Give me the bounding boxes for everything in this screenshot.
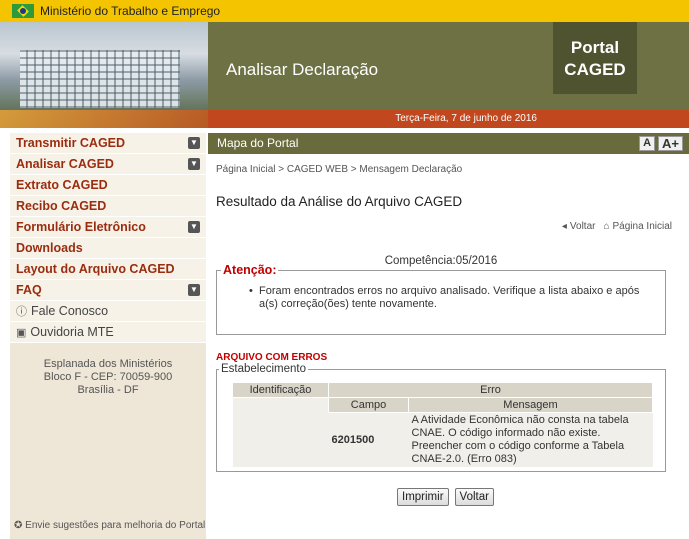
back-button[interactable]: Voltar xyxy=(454,488,494,506)
portal-map-link[interactable]: Mapa do Portal xyxy=(217,136,298,150)
file-status-label: ARQUIVO COM ERROS xyxy=(216,352,328,363)
breadcrumb[interactable]: Página Inicial > CAGED WEB > Mensagem De… xyxy=(216,164,462,175)
sidebar-item-label: FAQ xyxy=(16,283,42,297)
identificacao-cell xyxy=(232,397,329,467)
suggestion-label: Envie sugestões para melhoria do Portal xyxy=(25,520,206,531)
sidebar-item-label: Layout do Arquivo CAGED xyxy=(16,262,175,276)
portal-line2: CAGED xyxy=(564,60,626,79)
error-table: Identificação Erro Campo Mensagem 620150… xyxy=(232,382,653,467)
font-decrease-button[interactable]: A xyxy=(639,136,656,151)
help-icon: ⓘ xyxy=(16,306,27,318)
sidebar-item-extrato[interactable]: Extrato CAGED xyxy=(10,175,206,196)
sidebar-item-downloads[interactable]: Downloads xyxy=(10,238,206,259)
sidebar-item-label: Downloads xyxy=(16,241,83,255)
header-banner: Analisar Declaração Portal CAGED Terça-F… xyxy=(0,22,689,128)
ministry-title[interactable]: Ministério do Trabalho e Emprego xyxy=(40,4,220,18)
sidebar-item-fale-conosco[interactable]: ⓘ Fale Conosco xyxy=(10,301,206,322)
col-identificacao-header: Identificação xyxy=(232,382,329,398)
address-line: Esplanada dos Ministérios xyxy=(43,358,173,370)
print-button[interactable]: Imprimir xyxy=(397,488,449,506)
estabelecimento-legend: Estabelecimento xyxy=(219,363,309,375)
sidebar-item-recibo[interactable]: Recibo CAGED xyxy=(10,196,206,217)
expand-icon[interactable]: ▼ xyxy=(188,284,200,296)
back-link[interactable]: ◂ Voltar xyxy=(562,221,596,232)
expand-icon[interactable]: ▼ xyxy=(188,137,200,149)
page-nav-links: ◂ Voltar ⌂ Página Inicial xyxy=(562,221,672,232)
building-windows xyxy=(20,50,180,108)
sidebar-item-label: Analisar CAGED xyxy=(16,157,114,171)
sidebar-item-ouvidoria[interactable]: ▣ Ouvidoria MTE xyxy=(10,322,206,343)
date-strip: Terça-Feira, 7 de junho de 2016 xyxy=(208,110,689,128)
address-block: Esplanada dos Ministérios Bloco F - CEP:… xyxy=(10,358,206,397)
font-increase-button[interactable]: A+ xyxy=(658,136,683,151)
sidebar-item-label: Fale Conosco xyxy=(31,304,109,318)
expand-icon[interactable]: ▼ xyxy=(188,221,200,233)
suggestion-link[interactable]: ✪ Envie sugestões para melhoria do Porta… xyxy=(14,520,205,531)
competencia-label: Competência:05/2016 xyxy=(384,255,498,267)
banner-stripe xyxy=(0,110,208,128)
lightbulb-icon: ✪ xyxy=(14,520,23,531)
attention-message: Foram encontrados erros no arquivo anali… xyxy=(249,285,659,311)
portal-map-bar: Mapa do Portal A A+ xyxy=(208,133,689,154)
sidebar-item-layout[interactable]: Layout do Arquivo CAGED xyxy=(10,259,206,280)
top-bar: Ministério do Trabalho e Emprego xyxy=(0,0,689,22)
action-buttons: Imprimir Voltar xyxy=(397,488,494,506)
expand-icon[interactable]: ▼ xyxy=(188,158,200,170)
font-size-controls: A A+ xyxy=(639,136,683,151)
home-link[interactable]: ⌂ Página Inicial xyxy=(603,221,672,232)
address-line: Brasília - DF xyxy=(77,384,139,396)
col-erro-header: Erro xyxy=(328,382,653,398)
sidebar-item-formulario[interactable]: Formulário Eletrônico ▼ xyxy=(10,217,206,238)
mensagem-cell: A Atividade Econômica não consta na tabe… xyxy=(408,412,653,467)
sidebar-item-label: Formulário Eletrônico xyxy=(16,220,146,234)
campo-cell: 6201500 xyxy=(328,412,409,467)
brazil-flag-icon xyxy=(12,4,34,18)
col-mensagem-header: Mensagem xyxy=(408,397,653,413)
home-link-label: Página Inicial xyxy=(612,221,672,232)
sidebar-item-analisar[interactable]: Analisar CAGED ▼ xyxy=(10,154,206,175)
sidebar-item-label: Ouvidoria MTE xyxy=(30,325,114,339)
estabelecimento-fieldset: Estabelecimento Identificação Erro Campo… xyxy=(216,363,666,472)
sidebar: Transmitir CAGED ▼ Analisar CAGED ▼ Extr… xyxy=(10,133,206,539)
sidebar-item-label: Recibo CAGED xyxy=(16,199,107,213)
sidebar-item-faq[interactable]: FAQ ▼ xyxy=(10,280,206,301)
attention-legend: Atenção: xyxy=(221,263,279,277)
col-campo-header: Campo xyxy=(328,397,409,413)
attention-fieldset: Atenção: Foram encontrados erros no arqu… xyxy=(216,263,666,335)
banner-page-heading: Analisar Declaração xyxy=(226,60,379,79)
back-link-label: Voltar xyxy=(569,221,596,232)
portal-caged-logo[interactable]: Portal CAGED xyxy=(553,22,637,94)
back-arrow-icon: ◂ xyxy=(561,221,567,232)
sidebar-item-label: Extrato CAGED xyxy=(16,178,108,192)
home-icon: ⌂ xyxy=(603,221,610,232)
speech-bubble-icon: ▣ xyxy=(16,326,27,339)
sidebar-item-label: Transmitir CAGED xyxy=(16,136,126,150)
page-title: Resultado da Análise do Arquivo CAGED xyxy=(216,194,463,209)
address-line: Bloco F - CEP: 70059-900 xyxy=(43,371,173,383)
sidebar-item-transmitir[interactable]: Transmitir CAGED ▼ xyxy=(10,133,206,154)
portal-line1: Portal xyxy=(570,38,620,57)
